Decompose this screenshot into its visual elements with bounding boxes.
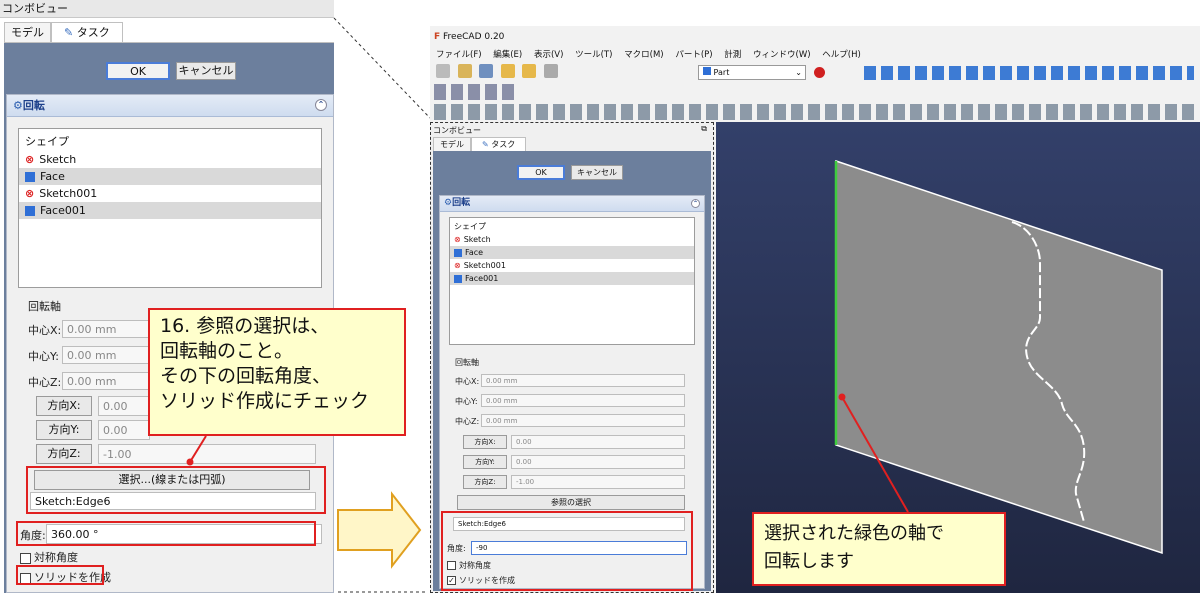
callout-right: 選択された緑色の軸で 回転します — [752, 512, 1006, 586]
callout-right-dot — [838, 393, 846, 401]
face-shape — [835, 159, 1163, 555]
viewport-scene — [834, 159, 1163, 555]
